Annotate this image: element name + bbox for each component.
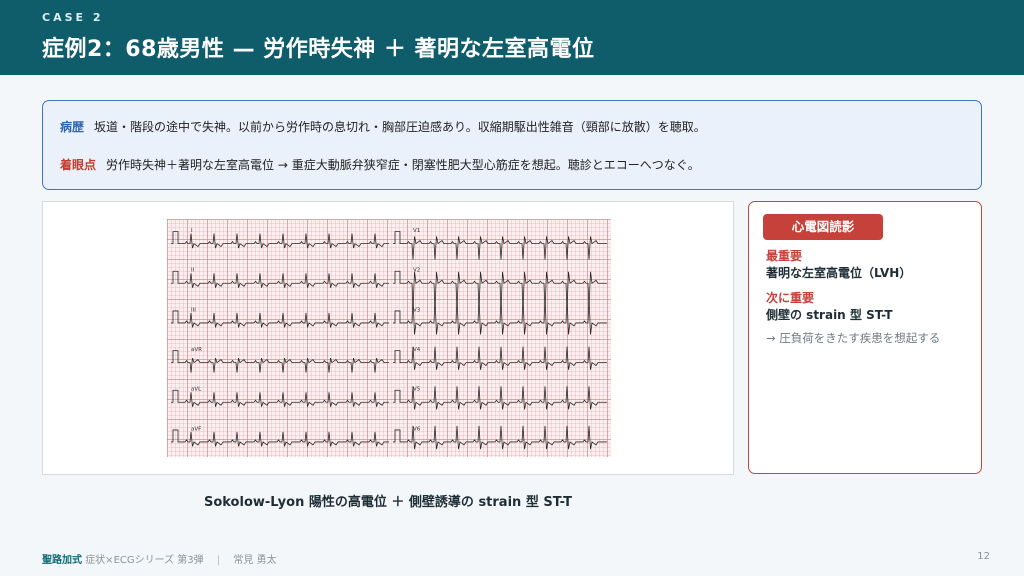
ecg-lead-label: aVR bbox=[191, 347, 202, 353]
ecg-lead-label: V1 bbox=[413, 228, 420, 234]
history-box: 病歴 坂道・階段の途中で失神。以前から労作時の息切れ・胸部圧迫感あり。収縮期駆出性… bbox=[42, 100, 982, 190]
ecg-panel: I II III aVR aVL aVF V1 V2 V3 V4 V5 V6 bbox=[42, 201, 734, 475]
second-important-label: 次に重要 bbox=[766, 291, 815, 305]
ecg-lead-trace bbox=[171, 310, 389, 328]
footer-brand: 聖路加式 bbox=[42, 555, 82, 566]
ecg-lead-trace bbox=[393, 270, 607, 309]
ecg-lead-label: aVL bbox=[191, 387, 202, 393]
focus-text: 労作時失神＋著明な左室高電位 → 重症大動脈弁狭窄症・閉塞性肥大型心筋症を想起。… bbox=[106, 158, 700, 172]
slide-title: 症例2：68歳男性 — 労作時失神 ＋ 著明な左室高電位 bbox=[42, 37, 595, 62]
ecg-lead-label: V2 bbox=[413, 268, 420, 274]
ecg-lead-trace bbox=[393, 231, 607, 260]
ecg-image: I II III aVR aVL aVF V1 V2 V3 V4 V5 V6 bbox=[167, 219, 611, 457]
footer-divider: | bbox=[216, 555, 221, 566]
header-bar: CASE 2 症例2：68歳男性 — 労作時失神 ＋ 著明な左室高電位 bbox=[0, 0, 1024, 75]
focus-tag: 着眼点 bbox=[60, 158, 97, 172]
ecg-lead-trace bbox=[171, 389, 389, 407]
ecg-lead-label: V3 bbox=[413, 307, 421, 313]
footer-author: 常見 勇太 bbox=[233, 555, 277, 566]
ecg-lead-label: V5 bbox=[413, 387, 421, 393]
ecg-lead-label: V6 bbox=[413, 426, 421, 432]
ecg-reading-box: 心電図読影 最重要 著明な左室高電位（LVH） 次に重要 側壁の strain … bbox=[748, 201, 982, 474]
ecg-lead-trace bbox=[171, 429, 389, 447]
ecg-lead-label: aVF bbox=[191, 426, 201, 432]
ecg-caption: Sokolow-Lyon 陽性の高電位 ＋ 側壁誘導の strain 型 ST-… bbox=[203, 495, 573, 510]
ecg-lead-trace bbox=[393, 425, 607, 450]
ecg-lead-trace bbox=[393, 297, 607, 335]
footer: 聖路加式 症状×ECGシリーズ 第3弾 | 常見 勇太 bbox=[42, 551, 277, 566]
footer-series: 症状×ECGシリーズ 第3弾 bbox=[85, 555, 204, 566]
ecg-tracing: IIIIIIaVRaVLaVFV1V2V3V4V5V6 bbox=[171, 228, 607, 450]
page-number: 12 bbox=[977, 551, 990, 562]
ecg-lead-trace bbox=[171, 231, 389, 249]
history-line: 病歴 坂道・階段の途中で失神。以前から労作時の息切れ・胸部圧迫感あり。収縮期駆出性… bbox=[60, 118, 706, 135]
ecg-lead-trace bbox=[393, 386, 607, 410]
ecg-lead-trace bbox=[171, 350, 389, 373]
ecg-lead-trace bbox=[171, 270, 389, 288]
ecg-lead-label: II bbox=[191, 268, 195, 274]
focus-line: 着眼点 労作時失神＋著明な左室高電位 → 重症大動脈弁狭窄症・閉塞性肥大型心筋症を… bbox=[60, 156, 700, 173]
ecg-lead-trace bbox=[393, 346, 607, 370]
ecg-lead-label: V4 bbox=[413, 347, 421, 353]
case-label: CASE 2 bbox=[42, 11, 104, 24]
most-important-text: 著明な左室高電位（LVH） bbox=[766, 266, 912, 280]
reading-badge: 心電図読影 bbox=[763, 214, 883, 240]
history-tag: 病歴 bbox=[60, 120, 85, 134]
history-text: 坂道・階段の途中で失神。以前から労作時の息切れ・胸部圧迫感あり。収縮期駆出性雑音… bbox=[94, 120, 706, 134]
reading-note: → 圧負荷をきたす疾患を想起する bbox=[766, 331, 941, 345]
ecg-lead-label: III bbox=[191, 307, 196, 313]
ecg-lead-label: I bbox=[191, 228, 193, 234]
second-important-text: 側壁の strain 型 ST-T bbox=[766, 308, 893, 322]
most-important-label: 最重要 bbox=[766, 249, 803, 263]
